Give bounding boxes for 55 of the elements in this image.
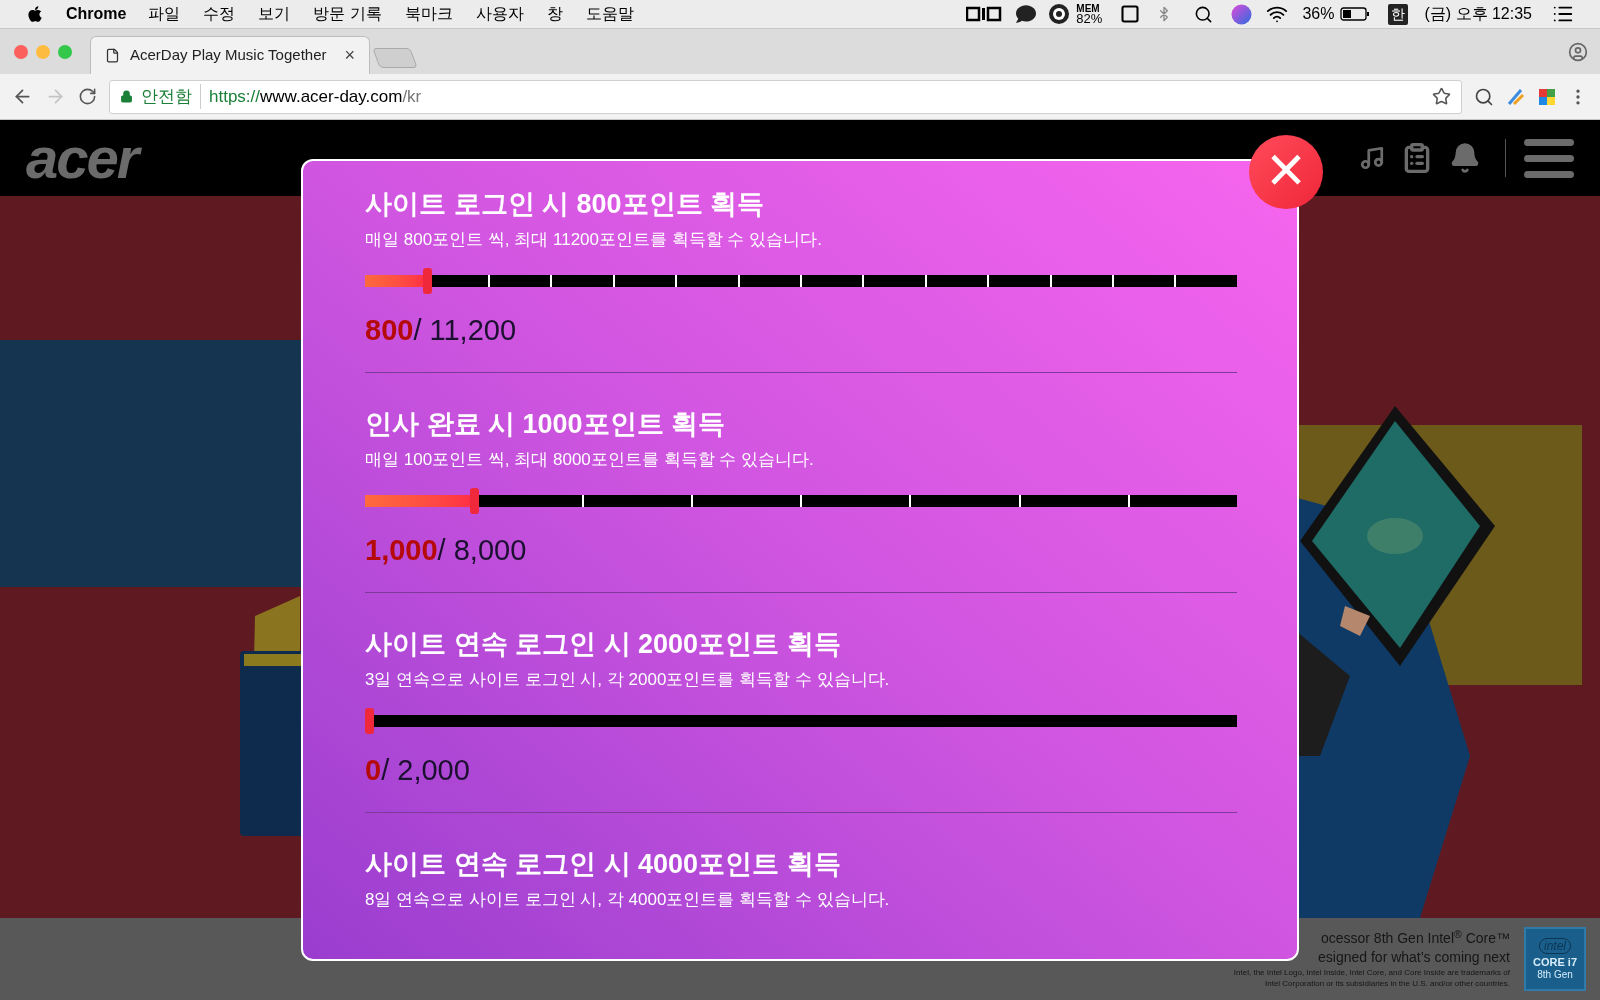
points-total: / 2,000 [381, 753, 470, 788]
siri-icon[interactable] [1231, 3, 1253, 25]
tab-close-button[interactable]: × [344, 42, 355, 69]
memory-value: 82% [1076, 14, 1103, 24]
footer-headline: esigned for what’s coming next [1318, 948, 1510, 967]
points-total: / 8,000 [437, 533, 527, 568]
menu-item[interactable]: 창 [546, 2, 563, 26]
reward-description: 매일 800포인트 씩, 최대 11200포인트를 획득할 수 있습니다. [365, 229, 823, 251]
badge-model: CORE i7 [1533, 955, 1577, 969]
input-method[interactable]: 한 [1388, 3, 1409, 25]
menu-item[interactable]: 보기 [258, 2, 291, 26]
points-total: / 11,200 [413, 313, 517, 348]
url-text: https://www.acer-day.com/kr [209, 85, 422, 108]
menu-item[interactable]: 사용자 [475, 2, 524, 26]
apple-icon[interactable] [26, 5, 44, 23]
window-layout-icon[interactable] [966, 6, 1003, 22]
menu-item[interactable]: 방문 기록 [313, 2, 382, 26]
chat-icon[interactable] [1016, 4, 1037, 24]
reward-title: 사이트 로그인 시 800포인트 획득 [365, 188, 766, 221]
menu-item[interactable]: 파일 [148, 2, 181, 26]
menu-item[interactable]: 도움말 [585, 2, 634, 26]
reward-title: 사이트 연속 로그인 시 2000포인트 획득 [365, 628, 842, 661]
bell-icon[interactable] [1449, 142, 1481, 174]
points-earned: 0 [365, 753, 382, 788]
reload-icon[interactable] [78, 87, 97, 106]
profile-icon[interactable] [1568, 41, 1588, 62]
reward-description: 3일 연속으로 사이트 로그인 시, 각 2000포인트를 획득할 수 있습니다. [365, 669, 891, 691]
reward-description: 8일 연속으로 사이트 로그인 시, 각 4000포인트를 획득할 수 있습니다. [365, 889, 891, 911]
points-earned: 800 [365, 313, 414, 348]
menu-item[interactable]: Chrome [66, 2, 127, 26]
extension-icon[interactable] [1506, 86, 1526, 107]
reward-description: 매일 100포인트 씩, 최대 8000포인트를 획득할 수 있습니다. [365, 449, 815, 471]
memory-label: MEM [1076, 4, 1101, 14]
menu-item[interactable]: 수정 [203, 2, 236, 26]
hamburger-icon[interactable] [1524, 138, 1574, 178]
lock-icon [120, 90, 133, 103]
tab-title: AcerDay Play Music Together [130, 45, 328, 66]
points-earned: 1,000 [365, 533, 438, 568]
menu-item[interactable]: 북마크 [404, 2, 453, 26]
battery-icon[interactable] [1340, 6, 1371, 22]
footer-headline: ocessor 8th Gen Intel$^{®}$ Core™ [1320, 929, 1510, 948]
menu-clock[interactable]: (금) 오후 12:35 [1424, 2, 1532, 26]
zoom-icon[interactable] [1474, 86, 1494, 107]
reward-title: 인사 완료 시 1000포인트 획득 [365, 408, 727, 441]
badge-generation: 8th Gen [1537, 968, 1573, 981]
reward-title: 사이트 연속 로그인 시 4000포인트 획득 [365, 848, 842, 881]
bookmark-star-icon[interactable] [1432, 87, 1451, 106]
browser-tab[interactable]: AcerDay Play Music Together × [90, 36, 370, 74]
security-label: 안전함 [141, 83, 201, 110]
extension-icon[interactable] [1538, 87, 1556, 106]
battery-percent: 36% [1302, 4, 1335, 24]
search-icon[interactable] [1194, 4, 1214, 24]
page-icon [105, 47, 120, 64]
square-icon[interactable] [1120, 4, 1141, 24]
address-field[interactable]: 안전함 https://www.acer-day.com/kr [109, 79, 1462, 114]
